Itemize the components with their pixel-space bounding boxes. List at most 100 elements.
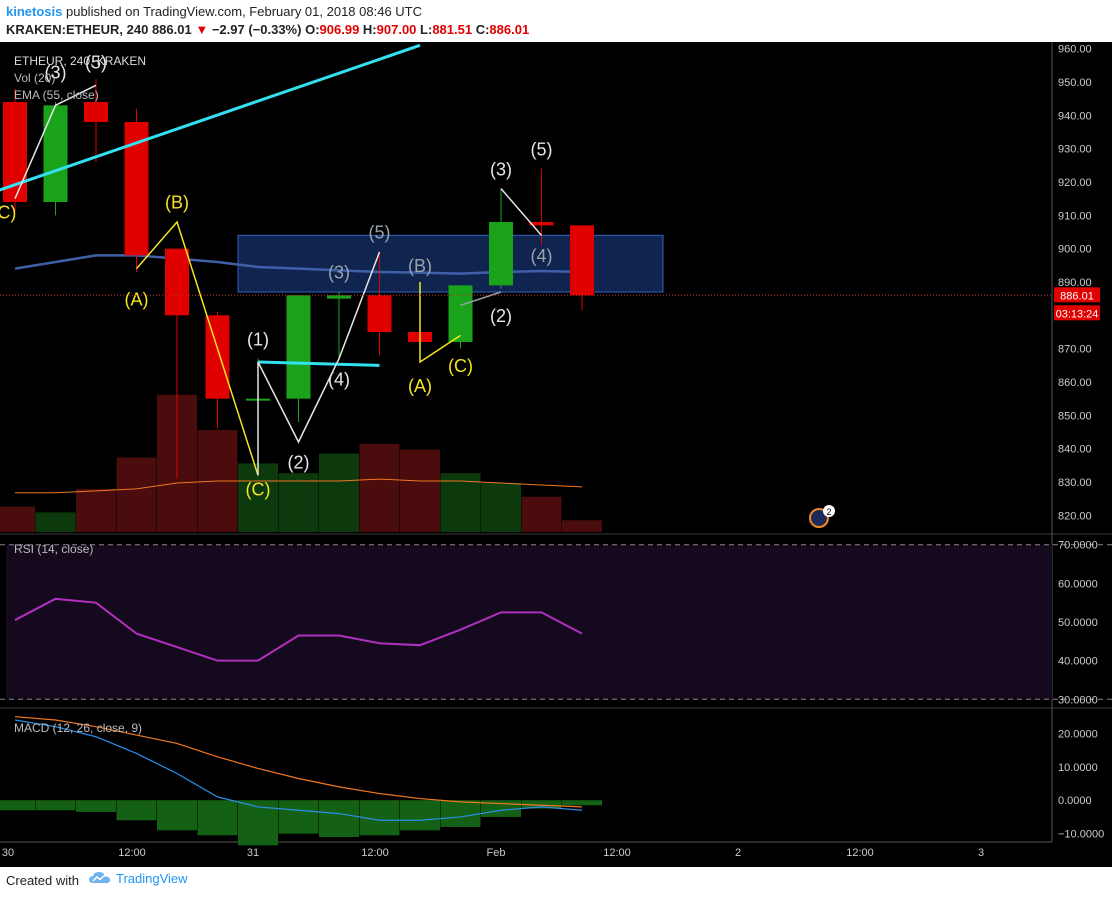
wave-label: C)	[0, 203, 16, 223]
brand-text: TradingView	[116, 870, 188, 886]
countdown-label: 03:13:24	[1056, 308, 1099, 320]
chart-svg[interactable]: (5) (3) C) (A) (B) (1) (2) (C) (3) (4) (5) (B) (A) (C…	[0, 42, 1112, 867]
macd-histogram-bar	[35, 800, 76, 811]
price-tick-label: 860.00	[1058, 377, 1092, 389]
macd-histogram-bar	[76, 800, 116, 812]
macd-tick-label: 20.0000	[1058, 728, 1098, 740]
wave-label: (B)	[165, 193, 189, 213]
volume-bar	[319, 453, 359, 532]
candle-body	[367, 295, 392, 332]
chart-area[interactable]: (5) (3) C) (A) (B) (1) (2) (C) (3) (4) (5) (B) (A) (C…	[0, 42, 1112, 867]
volume-bar	[562, 520, 602, 532]
rsi-tick-label: 60.0000	[1058, 578, 1098, 590]
time-tick-label: 12:00	[603, 847, 631, 859]
macd-tick-label: 10.0000	[1058, 762, 1098, 774]
wave-label: (A)	[125, 289, 149, 309]
price-tick-label: 950.00	[1058, 77, 1092, 89]
range-box	[237, 234, 664, 293]
time-tick-label: 12:00	[361, 847, 389, 859]
rsi-tick-label: 40.0000	[1058, 656, 1098, 668]
wave-label: (C)	[448, 356, 473, 376]
rsi-band	[6, 544, 1052, 700]
wave-label: (2)	[288, 453, 310, 473]
publication-line: kinetosis published on TradingView.com, …	[6, 4, 422, 19]
price-tick-label: 890.00	[1058, 277, 1092, 289]
candle-body	[286, 295, 311, 399]
time-tick-label: 2	[735, 847, 741, 859]
macd-histogram-bar	[400, 800, 440, 831]
open-value: 906.99	[319, 22, 360, 37]
macd-histogram-bar	[562, 800, 602, 806]
time-tick-label: 31	[247, 847, 259, 859]
rsi-tick-label: 30.0000	[1058, 694, 1098, 706]
price-tick-label: 920.00	[1058, 177, 1092, 189]
tradingview-link[interactable]: TradingView	[88, 870, 188, 886]
close-label: C:	[475, 22, 490, 37]
tradingview-cloud-icon	[89, 872, 110, 883]
candle-body	[489, 222, 513, 286]
time-tick-label: 30	[2, 847, 14, 859]
wave-label: (1)	[247, 329, 269, 349]
volume-bar	[35, 512, 76, 532]
candle-body	[570, 225, 594, 296]
time-tick-label: 12:00	[118, 847, 146, 859]
low-value: 881.51	[432, 22, 473, 37]
wave-label: (4)	[328, 369, 350, 389]
macd-title: MACD (12, 26, close, 9)	[14, 721, 142, 735]
wave-label: (3)	[328, 263, 350, 283]
chart-title: ETHEUR, 240, KRAKEN	[14, 54, 146, 68]
candle-body	[327, 295, 351, 299]
rsi-title: RSI (14, close)	[14, 542, 93, 556]
price-tick-label: 900.00	[1058, 244, 1092, 256]
price-tick-label: 850.00	[1058, 410, 1092, 422]
footer: Created with TradingView	[0, 867, 1112, 897]
created-with-text: Created with	[6, 873, 79, 888]
price-tick-label: 910.00	[1058, 210, 1092, 222]
price-tick-label: 820.00	[1058, 510, 1092, 522]
chart-header: kinetosis published on TradingView.com, …	[0, 0, 1112, 42]
indicator-legend: Vol (20)	[14, 71, 55, 85]
macd-tick-label: 0.0000	[1058, 795, 1092, 807]
macd-histogram-bar	[319, 800, 359, 837]
volume-bar	[76, 488, 116, 532]
wave-label: (A)	[408, 376, 432, 396]
macd-histogram-bar	[0, 800, 35, 811]
wave-label: (5)	[369, 223, 391, 243]
time-tick-label: 3	[978, 847, 984, 859]
author-name[interactable]: kinetosis	[6, 4, 62, 19]
price-tick-label: 830.00	[1058, 477, 1092, 489]
high-value: 907.00	[376, 22, 417, 37]
candle-body	[448, 285, 473, 342]
time-tick-label: Feb	[487, 847, 506, 859]
macd-histogram-bar	[278, 800, 319, 834]
last-price: 886.01	[151, 22, 192, 37]
indicator-legend: EMA (55, close)	[14, 88, 99, 102]
price-tick-label: 930.00	[1058, 144, 1092, 156]
rsi-tick-label: 50.0000	[1058, 617, 1098, 629]
wave-label: (2)	[490, 306, 512, 326]
last-price-label: 886.01	[1060, 290, 1094, 302]
level-line	[257, 360, 380, 367]
price-tick-label: 940.00	[1058, 110, 1092, 122]
price-tick-label: 870.00	[1058, 344, 1092, 356]
volume-bar	[116, 457, 157, 532]
candle-body	[205, 315, 230, 399]
macd-histogram-bar	[157, 800, 197, 831]
wave-label: (5)	[531, 139, 553, 159]
price-tick-label: 960.00	[1058, 44, 1092, 56]
high-label: H:	[362, 22, 377, 37]
published-text: published on TradingView.com, February 0…	[65, 4, 423, 19]
open-label: O:	[305, 22, 320, 37]
wave-label: (3)	[490, 159, 512, 179]
volume-bar	[278, 473, 319, 532]
price-tick-label: 840.00	[1058, 444, 1092, 456]
symbol-text: KRAKEN:ETHEUR, 240	[6, 22, 149, 37]
macd-histogram-bar	[197, 800, 238, 836]
volume-bar	[521, 496, 562, 532]
candle-body	[84, 102, 108, 122]
rsi-tick-label: 70.0000	[1058, 540, 1098, 552]
low-label: L:	[420, 22, 433, 37]
event-count-label: 2	[826, 507, 831, 517]
macd-histogram-bar	[116, 800, 157, 821]
candle-body	[43, 105, 68, 202]
